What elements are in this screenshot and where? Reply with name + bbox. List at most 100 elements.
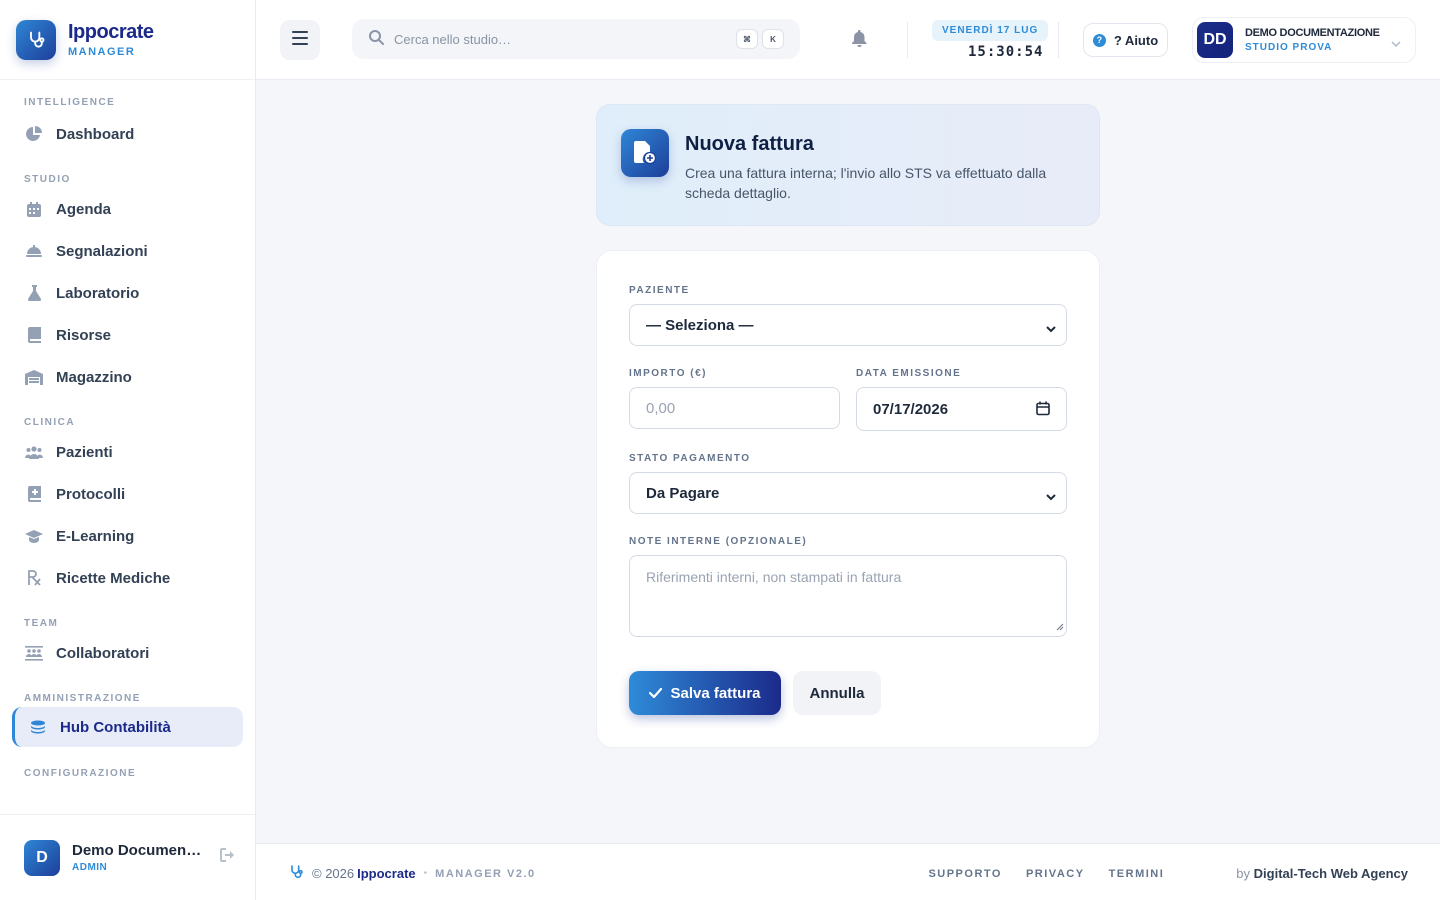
footer-link-supporto[interactable]: SUPPORTO [928, 868, 1002, 880]
sidebar: Ippocrate MANAGER INTELLIGENCE Dashboard… [0, 0, 256, 900]
sidebar-item-label: Ricette Mediche [56, 569, 171, 587]
sidebar-item-dashboard[interactable]: Dashboard [12, 113, 243, 155]
sidebar-item-elearning[interactable]: E-Learning [12, 515, 243, 557]
sidebar-item-collaboratori[interactable]: Collaboratori [12, 632, 243, 674]
notes-textarea[interactable]: Riferimenti interni, non stampati in fat… [629, 555, 1067, 637]
page-hero: Nuova fattura Crea una fattura interna; … [596, 104, 1100, 226]
sidebar-item-label: Risorse [56, 326, 112, 344]
status-label: STATO PAGAMENTO [629, 453, 751, 464]
sidebar-nav: INTELLIGENCE Dashboard STUDIO Agenda Seg… [0, 80, 255, 814]
search-icon [368, 29, 384, 50]
stethoscope-logo-icon [16, 19, 56, 60]
footer-copyright: © 2026 [312, 866, 355, 881]
date-label: DATA EMISSIONE [856, 368, 962, 379]
check-icon [649, 685, 670, 702]
calendar-icon [24, 199, 44, 219]
menu-toggle-button[interactable] [280, 20, 320, 60]
footer-separator: • [423, 868, 428, 879]
sidebar-item-risorse[interactable]: Risorse [12, 314, 243, 356]
sidebar-item-label: Agenda [56, 200, 112, 218]
sidebar-item-hub-contabilita[interactable]: Hub Contabilità [12, 707, 243, 747]
footer-version: MANAGER V2.0 [435, 867, 536, 880]
profile-menu[interactable]: DD DEMO DOCUMENTAZIONE STUDIO PROVA [1192, 17, 1416, 63]
user-role: ADMIN [72, 862, 108, 873]
nav-section-amministrazione: AMMINISTRAZIONE [24, 693, 141, 704]
nav-section-studio: STUDIO [24, 174, 71, 185]
brand[interactable]: Ippocrate MANAGER [0, 0, 255, 80]
medical-book-icon [24, 484, 44, 504]
logout-icon[interactable] [220, 848, 236, 867]
profile-avatar: DD [1197, 22, 1233, 58]
chevron-down-icon [1391, 34, 1401, 52]
user-name: Demo Documentazione [72, 842, 206, 859]
avatar: D [24, 839, 60, 876]
sidebar-item-label: E-Learning [56, 527, 135, 545]
sidebar-item-segnalazioni[interactable]: Segnalazioni [12, 230, 243, 272]
save-label: Salva fattura [670, 684, 761, 702]
footer: © 2026 Ippocrate • MANAGER V2.0 SUPPORTO… [256, 843, 1440, 900]
notifications-bell-icon[interactable] [852, 29, 867, 52]
search-input[interactable] [394, 31, 714, 47]
footer-link-termini[interactable]: TERMINI [1109, 868, 1165, 880]
profile-studio: STUDIO PROVA [1245, 42, 1333, 53]
nav-section-clinica: CLINICA [24, 417, 76, 428]
patient-label: PAZIENTE [629, 285, 690, 296]
sidebar-item-magazzino[interactable]: Magazzino [12, 356, 243, 398]
save-invoice-button[interactable]: Salva fattura [629, 671, 781, 715]
sidebar-item-label: Collaboratori [56, 644, 150, 662]
chevron-down-icon [1046, 320, 1056, 337]
pie-chart-icon [24, 124, 44, 144]
calendar-icon[interactable] [1036, 401, 1050, 420]
sidebar-item-protocolli[interactable]: Protocolli [12, 473, 243, 515]
sidebar-user[interactable]: D Demo Documentazione ADMIN [0, 814, 255, 900]
sidebar-item-ricette[interactable]: Ricette Mediche [12, 557, 243, 599]
chevron-down-icon [1046, 488, 1056, 505]
help-button[interactable]: ? ? Aiuto [1083, 23, 1168, 57]
nav-section-intelligence: INTELLIGENCE [24, 97, 116, 108]
kbd-k: K [762, 29, 784, 49]
footer-brand: Ippocrate [357, 866, 416, 881]
status-select[interactable]: Da Pagare [629, 472, 1067, 514]
sidebar-item-label: Magazzino [56, 368, 132, 386]
sidebar-item-laboratorio[interactable]: Laboratorio [12, 272, 243, 314]
sidebar-item-label: Dashboard [56, 125, 135, 143]
users-icon [24, 442, 44, 462]
profile-name: DEMO DOCUMENTAZIONE [1245, 27, 1380, 39]
nav-section-team: TEAM [24, 618, 59, 629]
date-input[interactable]: 07/17/2026 [856, 387, 1067, 431]
page-description: Crea una fattura interna; l'invio allo S… [685, 165, 1047, 201]
footer-agency[interactable]: by Digital-Tech Web Agency [1212, 866, 1408, 881]
kbd-cmd: ⌘ [736, 29, 758, 49]
cancel-button[interactable]: Annulla [793, 671, 881, 715]
sidebar-item-label: Laboratorio [56, 284, 140, 302]
invoice-add-icon [621, 129, 669, 177]
clock: 15:30:54 [968, 44, 1044, 60]
coins-icon [28, 717, 48, 737]
search-bar[interactable]: ⌘ K [352, 19, 800, 59]
footer-agency-name: Digital-Tech Web Agency [1253, 866, 1408, 881]
sidebar-item-label: Pazienti [56, 443, 113, 461]
prescription-icon [24, 568, 44, 588]
help-icon: ? [1092, 33, 1106, 47]
book-icon [24, 325, 44, 345]
amount-input[interactable]: 0,00 [629, 387, 840, 429]
amount-placeholder: 0,00 [646, 399, 676, 417]
top-header: ⌘ K VENERDÌ 17 LUG 15:30:54 ? ? Aiuto DD… [256, 0, 1440, 80]
notes-label: NOTE INTERNE (OPZIONALE) [629, 536, 808, 547]
sidebar-item-agenda[interactable]: Agenda [12, 188, 243, 230]
sidebar-item-label: Protocolli [56, 485, 126, 503]
resize-handle-icon[interactable] [1056, 618, 1064, 634]
invoice-form: PAZIENTE — Seleziona — IMPORTO (€) 0,00 … [596, 250, 1100, 748]
keyboard-shortcut: ⌘ K [732, 29, 784, 49]
hamburger-icon [292, 30, 308, 50]
help-label: ? Aiuto [1113, 32, 1159, 48]
sidebar-item-label: Hub Contabilità [60, 718, 171, 736]
footer-link-privacy[interactable]: PRIVACY [1026, 868, 1085, 880]
nav-section-configurazione: CONFIGURAZIONE [24, 768, 137, 779]
sidebar-item-label: Segnalazioni [56, 242, 148, 260]
patient-select[interactable]: — Seleziona — [629, 304, 1067, 346]
graduation-cap-icon [24, 526, 44, 546]
team-icon [24, 643, 44, 663]
sidebar-item-pazienti[interactable]: Pazienti [12, 431, 243, 473]
brand-subtitle: MANAGER [68, 46, 136, 58]
